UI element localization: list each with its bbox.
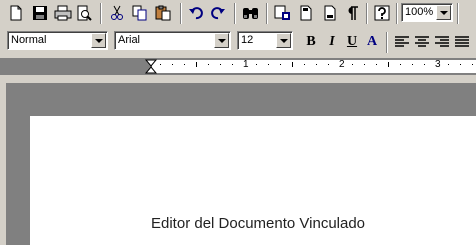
ruler-tick bbox=[376, 64, 377, 65]
ruler-tick bbox=[316, 64, 317, 65]
ruler-tick bbox=[220, 64, 221, 65]
footer-icon[interactable] bbox=[320, 3, 340, 24]
redo-icon[interactable] bbox=[208, 3, 228, 24]
zoom-value: 100% bbox=[405, 6, 434, 18]
italic-button[interactable]: I bbox=[322, 32, 342, 52]
ruler-tick bbox=[196, 62, 197, 67]
ruler-tick bbox=[472, 64, 473, 65]
ruler-tick bbox=[268, 64, 269, 65]
chevron-down-icon[interactable] bbox=[276, 33, 291, 48]
align-left-icon[interactable] bbox=[392, 32, 412, 53]
zoom-select[interactable]: 100% bbox=[401, 3, 453, 22]
document-area: Editor del Documento Vinculado bbox=[0, 75, 476, 245]
ruler-tick bbox=[412, 64, 413, 65]
ruler-tick bbox=[388, 62, 389, 67]
standard-toolbar: 100% bbox=[0, 0, 476, 27]
font-value: Arial bbox=[118, 34, 141, 46]
document-frame: Editor del Documento Vinculado bbox=[6, 83, 476, 245]
chevron-down-icon[interactable] bbox=[436, 5, 451, 20]
ruler-tick bbox=[400, 64, 401, 65]
ruler-tick bbox=[172, 64, 173, 65]
undo-icon[interactable] bbox=[186, 3, 206, 24]
print-preview-icon[interactable] bbox=[74, 3, 94, 24]
indent-marker-icon[interactable] bbox=[144, 59, 158, 74]
toolbar-separator bbox=[457, 3, 459, 24]
toolbar-separator bbox=[234, 3, 236, 24]
ruler-tick bbox=[280, 64, 281, 65]
toolbar-separator bbox=[180, 3, 182, 24]
formatting-toolbar: Normal Arial 12 B I U A bbox=[0, 27, 476, 56]
toolbar-separator bbox=[386, 32, 388, 53]
ruler-tick bbox=[304, 64, 305, 65]
ruler-number: 2 bbox=[339, 59, 345, 70]
ruler-tick bbox=[208, 64, 209, 65]
ruler-tick bbox=[160, 64, 161, 65]
size-select[interactable]: 12 bbox=[237, 31, 293, 50]
toolbar-separator bbox=[396, 3, 398, 24]
toolbar-separator bbox=[100, 3, 102, 24]
size-value: 12 bbox=[241, 34, 254, 46]
save-icon[interactable] bbox=[30, 3, 50, 24]
header-icon[interactable] bbox=[296, 3, 316, 24]
ruler-track bbox=[152, 60, 476, 73]
chevron-down-icon[interactable] bbox=[214, 33, 229, 48]
ruler-tick bbox=[232, 64, 233, 65]
print-icon[interactable] bbox=[52, 3, 72, 24]
ruler-tick bbox=[448, 64, 449, 65]
ruler-tick bbox=[460, 64, 461, 65]
ruler-tick bbox=[292, 62, 293, 67]
chevron-down-icon[interactable] bbox=[91, 33, 106, 48]
ruler[interactable]: 1 2 3 bbox=[0, 58, 476, 75]
ruler-number: 3 bbox=[435, 59, 441, 70]
ruler-number: 1 bbox=[243, 59, 249, 70]
justify-icon[interactable] bbox=[452, 32, 472, 53]
ruler-tick bbox=[184, 64, 185, 65]
show-formatting-icon[interactable] bbox=[342, 3, 362, 24]
align-right-icon[interactable] bbox=[432, 32, 452, 53]
style-select[interactable]: Normal bbox=[7, 31, 108, 50]
style-value: Normal bbox=[11, 34, 47, 46]
insert-link-icon[interactable] bbox=[272, 3, 292, 24]
ruler-tick bbox=[328, 64, 329, 65]
ruler-tick bbox=[424, 64, 425, 65]
document-page[interactable]: Editor del Documento Vinculado bbox=[30, 116, 476, 245]
bold-button[interactable]: B bbox=[301, 32, 321, 52]
copy-icon[interactable] bbox=[130, 3, 150, 24]
cut-icon[interactable] bbox=[107, 3, 127, 24]
ruler-tick bbox=[364, 64, 365, 65]
find-icon[interactable] bbox=[240, 3, 260, 24]
toolbar-separator bbox=[366, 3, 368, 24]
font-color-button[interactable]: A bbox=[362, 32, 382, 52]
underline-button[interactable]: U bbox=[342, 32, 362, 52]
help-icon[interactable] bbox=[372, 3, 392, 24]
toolbar-separator bbox=[266, 3, 268, 24]
new-document-icon[interactable] bbox=[6, 3, 26, 24]
ruler-tick bbox=[352, 64, 353, 65]
font-select[interactable]: Arial bbox=[114, 31, 231, 50]
paste-icon[interactable] bbox=[153, 3, 173, 24]
document-text[interactable]: Editor del Documento Vinculado bbox=[151, 215, 365, 232]
align-center-icon[interactable] bbox=[412, 32, 432, 53]
ruler-tick bbox=[256, 64, 257, 65]
